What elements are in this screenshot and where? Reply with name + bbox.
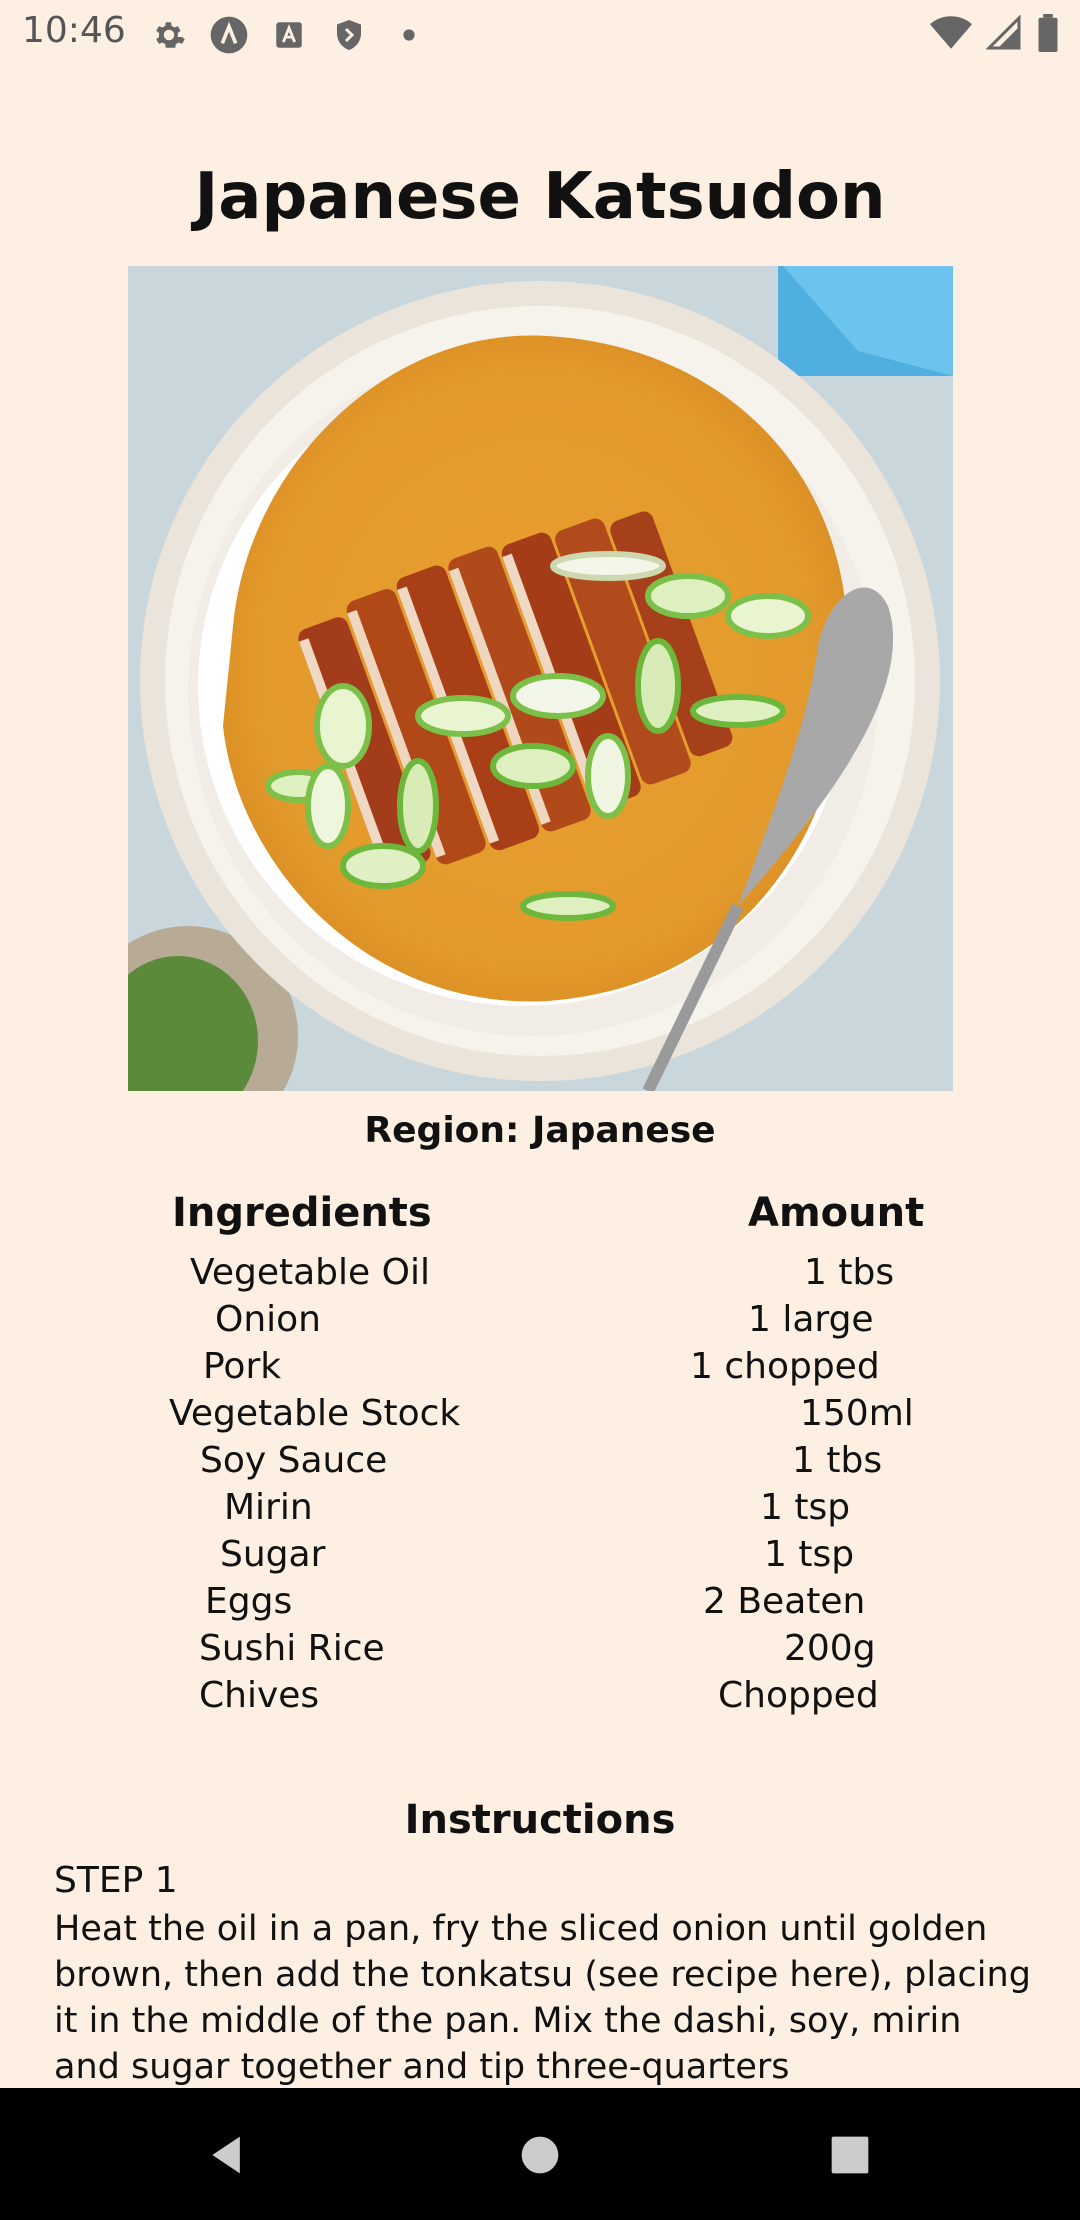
ingredient-amount: 150ml bbox=[800, 1393, 914, 1434]
ingredient-amount: 200g bbox=[784, 1628, 876, 1669]
instructions-title: Instructions bbox=[404, 1797, 676, 1843]
ingredient-amount: 1 tsp bbox=[760, 1487, 851, 1528]
notification-icons bbox=[148, 14, 430, 56]
ingredient-name: Pork bbox=[203, 1346, 282, 1387]
gear-icon bbox=[148, 14, 190, 56]
amount-header: Amount bbox=[748, 1190, 925, 1236]
ingredient-name: Sugar bbox=[220, 1534, 326, 1575]
status-bar: 10:46 bbox=[0, 0, 1080, 66]
step-text: Heat the oil in a pan, fry the sliced on… bbox=[54, 1909, 1031, 2086]
status-time: 10:46 bbox=[22, 10, 126, 51]
ingredient-name: Vegetable Oil bbox=[190, 1252, 430, 1293]
ingredient-amount: Chopped bbox=[718, 1675, 879, 1716]
ingredient-name: Vegetable Stock bbox=[169, 1393, 461, 1434]
recents-icon[interactable] bbox=[825, 2130, 875, 2180]
ingredient-amount: 1 large bbox=[748, 1299, 874, 1340]
ingredient-amount: 1 chopped bbox=[690, 1346, 880, 1387]
back-icon[interactable] bbox=[202, 2130, 252, 2180]
battery-icon bbox=[1036, 14, 1060, 57]
ingredient-amount: 2 Beaten bbox=[703, 1581, 866, 1622]
ingredient-amount: 1 tbs bbox=[804, 1252, 895, 1293]
system-icons bbox=[930, 14, 1060, 57]
ingredients-header: Ingredients bbox=[172, 1190, 432, 1236]
dot-icon bbox=[388, 14, 430, 56]
wifi-icon bbox=[930, 15, 972, 56]
ingredient-amount: 1 tbs bbox=[792, 1440, 883, 1481]
ingredient-name: Eggs bbox=[205, 1581, 293, 1622]
region-label: Region: Japanese bbox=[364, 1110, 716, 1151]
ingredient-name: Soy Sauce bbox=[200, 1440, 388, 1481]
ingredient-name: Onion bbox=[215, 1299, 321, 1340]
ingredient-name: Mirin bbox=[224, 1487, 313, 1528]
shield-icon bbox=[328, 14, 370, 56]
navigation-bar bbox=[0, 2088, 1080, 2220]
recipe-screen: 10:46 Japanese Katsudon Region: Japanese… bbox=[0, 0, 1080, 2220]
ingredient-name: Sushi Rice bbox=[199, 1628, 385, 1669]
page-title: Japanese Katsudon bbox=[194, 160, 886, 234]
ingredient-amount: 1 tsp bbox=[764, 1534, 855, 1575]
signal-icon bbox=[985, 14, 1022, 56]
app-a-icon bbox=[208, 14, 250, 56]
dish-image bbox=[128, 266, 953, 1091]
ingredient-name: Chives bbox=[199, 1675, 320, 1716]
home-icon[interactable] bbox=[515, 2130, 565, 2180]
font-a-icon bbox=[268, 14, 310, 56]
step-label: STEP 1 bbox=[54, 1860, 178, 1901]
